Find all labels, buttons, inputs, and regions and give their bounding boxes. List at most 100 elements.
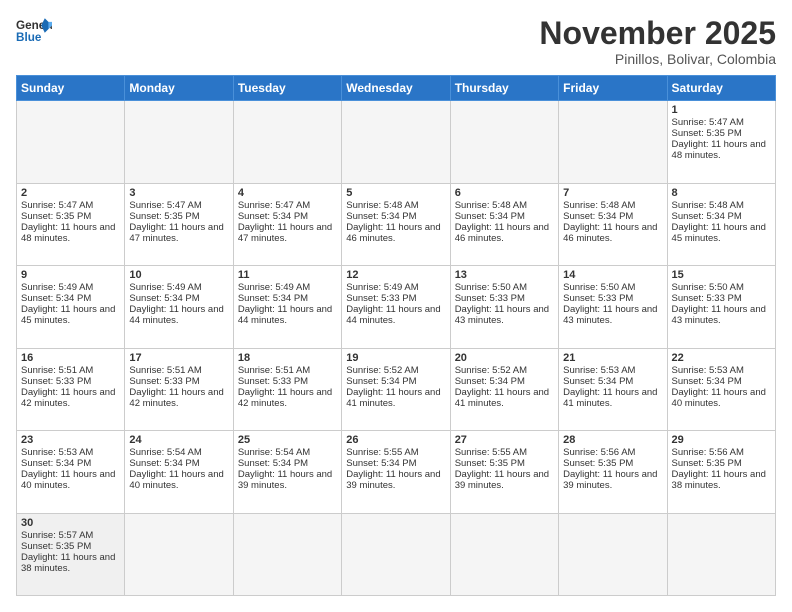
sunrise-text: Sunrise: 5:48 AM	[455, 200, 554, 211]
day-number: 30	[21, 517, 120, 529]
title-area: November 2025 Pinillos, Bolivar, Colombi…	[539, 16, 776, 67]
calendar-cell: 1Sunrise: 5:47 AMSunset: 5:35 PMDaylight…	[667, 101, 775, 183]
daylight-text: Daylight: 11 hours and 48 minutes.	[21, 222, 120, 244]
calendar-table: Sunday Monday Tuesday Wednesday Thursday…	[16, 75, 776, 596]
calendar-cell: 19Sunrise: 5:52 AMSunset: 5:34 PMDayligh…	[342, 348, 450, 430]
day-number: 5	[346, 187, 445, 199]
day-number: 12	[346, 269, 445, 281]
sunrise-text: Sunrise: 5:47 AM	[238, 200, 337, 211]
day-number: 26	[346, 434, 445, 446]
day-number: 13	[455, 269, 554, 281]
day-number: 24	[129, 434, 228, 446]
day-number: 21	[563, 352, 662, 364]
daylight-text: Daylight: 11 hours and 38 minutes.	[672, 469, 771, 491]
calendar-cell: 25Sunrise: 5:54 AMSunset: 5:34 PMDayligh…	[233, 431, 341, 513]
calendar-cell	[667, 513, 775, 595]
day-number: 15	[672, 269, 771, 281]
sunset-text: Sunset: 5:33 PM	[21, 376, 120, 387]
sunrise-text: Sunrise: 5:53 AM	[21, 447, 120, 458]
sunset-text: Sunset: 5:34 PM	[238, 293, 337, 304]
calendar-cell: 13Sunrise: 5:50 AMSunset: 5:33 PMDayligh…	[450, 266, 558, 348]
calendar-week-4: 16Sunrise: 5:51 AMSunset: 5:33 PMDayligh…	[17, 348, 776, 430]
col-saturday: Saturday	[667, 76, 775, 101]
sunrise-text: Sunrise: 5:55 AM	[346, 447, 445, 458]
month-title: November 2025	[539, 16, 776, 51]
calendar-cell: 4Sunrise: 5:47 AMSunset: 5:34 PMDaylight…	[233, 183, 341, 265]
sunrise-text: Sunrise: 5:56 AM	[672, 447, 771, 458]
calendar-cell: 7Sunrise: 5:48 AMSunset: 5:34 PMDaylight…	[559, 183, 667, 265]
sunrise-text: Sunrise: 5:47 AM	[21, 200, 120, 211]
sunrise-text: Sunrise: 5:57 AM	[21, 530, 120, 541]
daylight-text: Daylight: 11 hours and 44 minutes.	[346, 304, 445, 326]
day-number: 7	[563, 187, 662, 199]
svg-text:Blue: Blue	[16, 31, 42, 44]
daylight-text: Daylight: 11 hours and 42 minutes.	[238, 387, 337, 409]
calendar-cell: 29Sunrise: 5:56 AMSunset: 5:35 PMDayligh…	[667, 431, 775, 513]
calendar-week-3: 9Sunrise: 5:49 AMSunset: 5:34 PMDaylight…	[17, 266, 776, 348]
daylight-text: Daylight: 11 hours and 42 minutes.	[129, 387, 228, 409]
day-number: 22	[672, 352, 771, 364]
col-thursday: Thursday	[450, 76, 558, 101]
calendar-cell: 16Sunrise: 5:51 AMSunset: 5:33 PMDayligh…	[17, 348, 125, 430]
calendar-cell: 15Sunrise: 5:50 AMSunset: 5:33 PMDayligh…	[667, 266, 775, 348]
calendar-cell: 26Sunrise: 5:55 AMSunset: 5:34 PMDayligh…	[342, 431, 450, 513]
calendar-cell: 30Sunrise: 5:57 AMSunset: 5:35 PMDayligh…	[17, 513, 125, 595]
sunrise-text: Sunrise: 5:51 AM	[21, 365, 120, 376]
sunrise-text: Sunrise: 5:49 AM	[129, 282, 228, 293]
sunrise-text: Sunrise: 5:53 AM	[563, 365, 662, 376]
calendar-header: Sunday Monday Tuesday Wednesday Thursday…	[17, 76, 776, 101]
sunset-text: Sunset: 5:34 PM	[563, 376, 662, 387]
calendar-cell: 24Sunrise: 5:54 AMSunset: 5:34 PMDayligh…	[125, 431, 233, 513]
sunset-text: Sunset: 5:35 PM	[129, 211, 228, 222]
daylight-text: Daylight: 11 hours and 39 minutes.	[563, 469, 662, 491]
calendar-cell	[125, 513, 233, 595]
day-number: 10	[129, 269, 228, 281]
sunrise-text: Sunrise: 5:50 AM	[672, 282, 771, 293]
sunrise-text: Sunrise: 5:48 AM	[563, 200, 662, 211]
calendar-cell: 18Sunrise: 5:51 AMSunset: 5:33 PMDayligh…	[233, 348, 341, 430]
sunset-text: Sunset: 5:34 PM	[346, 376, 445, 387]
col-tuesday: Tuesday	[233, 76, 341, 101]
sunrise-text: Sunrise: 5:54 AM	[238, 447, 337, 458]
calendar-week-2: 2Sunrise: 5:47 AMSunset: 5:35 PMDaylight…	[17, 183, 776, 265]
sunset-text: Sunset: 5:33 PM	[129, 376, 228, 387]
calendar-cell: 21Sunrise: 5:53 AMSunset: 5:34 PMDayligh…	[559, 348, 667, 430]
calendar-cell: 3Sunrise: 5:47 AMSunset: 5:35 PMDaylight…	[125, 183, 233, 265]
calendar-week-5: 23Sunrise: 5:53 AMSunset: 5:34 PMDayligh…	[17, 431, 776, 513]
sunrise-text: Sunrise: 5:52 AM	[346, 365, 445, 376]
sunrise-text: Sunrise: 5:50 AM	[563, 282, 662, 293]
daylight-text: Daylight: 11 hours and 39 minutes.	[346, 469, 445, 491]
daylight-text: Daylight: 11 hours and 46 minutes.	[563, 222, 662, 244]
logo: General Blue	[16, 16, 52, 44]
daylight-text: Daylight: 11 hours and 43 minutes.	[563, 304, 662, 326]
calendar-cell: 6Sunrise: 5:48 AMSunset: 5:34 PMDaylight…	[450, 183, 558, 265]
sunset-text: Sunset: 5:34 PM	[21, 458, 120, 469]
sunrise-text: Sunrise: 5:49 AM	[21, 282, 120, 293]
daylight-text: Daylight: 11 hours and 43 minutes.	[455, 304, 554, 326]
col-friday: Friday	[559, 76, 667, 101]
calendar-cell	[233, 513, 341, 595]
day-number: 17	[129, 352, 228, 364]
daylight-text: Daylight: 11 hours and 40 minutes.	[21, 469, 120, 491]
location: Pinillos, Bolivar, Colombia	[539, 51, 776, 67]
day-number: 4	[238, 187, 337, 199]
sunset-text: Sunset: 5:34 PM	[455, 211, 554, 222]
day-number: 19	[346, 352, 445, 364]
page: General Blue November 2025 Pinillos, Bol…	[0, 0, 792, 612]
calendar-cell: 23Sunrise: 5:53 AMSunset: 5:34 PMDayligh…	[17, 431, 125, 513]
sunrise-text: Sunrise: 5:50 AM	[455, 282, 554, 293]
daylight-text: Daylight: 11 hours and 44 minutes.	[238, 304, 337, 326]
daylight-text: Daylight: 11 hours and 48 minutes.	[672, 139, 771, 161]
sunset-text: Sunset: 5:34 PM	[129, 293, 228, 304]
sunset-text: Sunset: 5:35 PM	[21, 211, 120, 222]
calendar-week-6: 30Sunrise: 5:57 AMSunset: 5:35 PMDayligh…	[17, 513, 776, 595]
sunset-text: Sunset: 5:34 PM	[238, 211, 337, 222]
sunset-text: Sunset: 5:34 PM	[346, 458, 445, 469]
sunset-text: Sunset: 5:33 PM	[346, 293, 445, 304]
sunrise-text: Sunrise: 5:55 AM	[455, 447, 554, 458]
daylight-text: Daylight: 11 hours and 40 minutes.	[129, 469, 228, 491]
sunset-text: Sunset: 5:33 PM	[563, 293, 662, 304]
sunset-text: Sunset: 5:34 PM	[672, 211, 771, 222]
daylight-text: Daylight: 11 hours and 45 minutes.	[21, 304, 120, 326]
col-wednesday: Wednesday	[342, 76, 450, 101]
